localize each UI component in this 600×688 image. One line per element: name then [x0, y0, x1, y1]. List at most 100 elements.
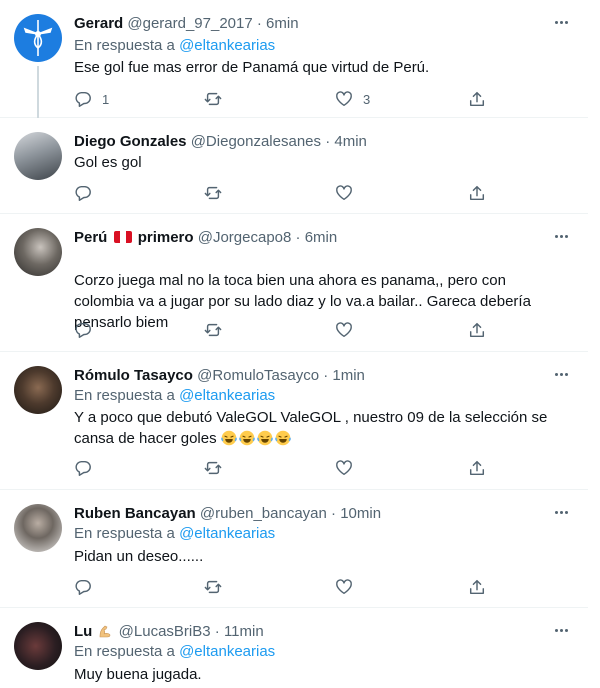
tweet-header: Rómulo Tasayco @RomuloTasayco · 1min: [74, 366, 365, 386]
tweet-actions: [74, 577, 494, 597]
avatar[interactable]: [14, 622, 62, 670]
retweet-button[interactable]: [204, 89, 232, 109]
user-handle[interactable]: @Jorgecapo8: [198, 229, 292, 246]
display-name[interactable]: Rómulo Tasayco: [74, 367, 193, 384]
mention-link[interactable]: @eltankearias: [179, 525, 275, 542]
display-name[interactable]: Gerard: [74, 15, 123, 32]
display-name[interactable]: Ruben Bancayan: [74, 505, 196, 522]
reply-icon: [75, 460, 91, 476]
avatar[interactable]: [14, 228, 62, 276]
display-name[interactable]: Diego Gonzales: [74, 133, 187, 150]
like-button[interactable]: [335, 320, 363, 340]
reply-button[interactable]: [74, 458, 102, 478]
display-name-part[interactable]: Perú: [74, 229, 107, 246]
more-options-icon[interactable]: [550, 620, 572, 640]
retweet-button[interactable]: [204, 458, 232, 478]
mention-link[interactable]: @eltankearias: [179, 643, 275, 660]
separator-dot: ·: [325, 133, 331, 150]
tweet[interactable]: Diego Gonzales @Diegonzalesanes · 4min G…: [0, 118, 588, 214]
share-icon: [469, 185, 485, 201]
user-handle[interactable]: @RomuloTasayco: [197, 367, 319, 384]
tweet-text: Muy buena jugada.: [74, 666, 202, 683]
tweet[interactable]: Rómulo Tasayco @RomuloTasayco · 1min En …: [0, 352, 588, 490]
separator-dot: ·: [214, 623, 220, 640]
retweet-icon: [204, 580, 222, 594]
retweet-icon: [204, 186, 222, 200]
tweet-actions: 1 3: [74, 89, 494, 109]
reply-button[interactable]: [74, 577, 102, 597]
tweet-timestamp[interactable]: 1min: [332, 367, 365, 384]
reply-context: En respuesta a @eltankearias: [74, 642, 275, 662]
avatar[interactable]: [14, 132, 62, 180]
retweet-icon: [204, 461, 222, 475]
reply-icon: [75, 579, 91, 595]
share-button[interactable]: [468, 458, 486, 478]
tweet-timestamp[interactable]: 6min: [266, 15, 299, 32]
like-button[interactable]: 3: [335, 89, 370, 109]
tweet-header: Perú primero @Jorgecapo8 · 6min: [74, 228, 337, 248]
reply-context: En respuesta a @eltankearias: [74, 524, 275, 544]
heart-icon: [336, 185, 352, 201]
reply-button[interactable]: [74, 320, 102, 340]
tweet-timestamp[interactable]: 4min: [334, 133, 367, 150]
tweet[interactable]: Gerard @gerard_97_2017 · 6min En respues…: [0, 0, 588, 118]
display-name[interactable]: Lu: [74, 623, 92, 640]
more-options-icon[interactable]: [550, 502, 572, 522]
avatar[interactable]: [14, 366, 62, 414]
laughing-tears-emoji-icon: [256, 430, 273, 446]
laughing-tears-emoji-icon: [220, 430, 237, 446]
tweet-header: Diego Gonzales @Diegonzalesanes · 4min: [74, 132, 367, 152]
retweet-button[interactable]: [204, 320, 232, 340]
avatar[interactable]: [14, 504, 62, 552]
reply-icon: [75, 185, 91, 201]
share-icon: [469, 460, 485, 476]
separator-dot: ·: [331, 505, 337, 522]
tweet-timestamp[interactable]: 10min: [340, 505, 381, 522]
share-button[interactable]: [468, 89, 486, 109]
like-button[interactable]: [335, 183, 363, 203]
heart-icon: [336, 322, 352, 338]
mention-link[interactable]: @eltankearias: [179, 37, 275, 54]
more-options-icon[interactable]: [550, 364, 572, 384]
mention-link[interactable]: @eltankearias: [179, 387, 275, 404]
retweet-button[interactable]: [204, 183, 232, 203]
separator-dot: ·: [323, 367, 329, 384]
reply-label: En respuesta a: [74, 643, 175, 660]
tweet-text: Pidan un deseo......: [74, 548, 204, 565]
reply-button[interactable]: 1: [74, 89, 109, 109]
share-button[interactable]: [468, 183, 486, 203]
more-options-icon[interactable]: [550, 226, 572, 246]
like-button[interactable]: [335, 458, 363, 478]
thread-line: [37, 66, 39, 118]
reply-label: En respuesta a: [74, 525, 175, 542]
tweet-text: Ese gol fue mas error de Panamá que virt…: [74, 59, 430, 76]
share-button[interactable]: [468, 577, 486, 597]
tweet-timestamp[interactable]: 6min: [305, 229, 338, 246]
tweet[interactable]: Ruben Bancayan @ruben_bancayan · 10min E…: [0, 490, 588, 608]
tweet-actions: [74, 458, 494, 478]
tweet[interactable]: Lu @LucasBriB3 · 11min En respuesta a @e…: [0, 608, 588, 688]
user-handle[interactable]: @ruben_bancayan: [200, 505, 327, 522]
retweet-icon: [204, 92, 222, 106]
user-handle[interactable]: @gerard_97_2017: [127, 15, 252, 32]
user-handle[interactable]: @Diegonzalesanes: [191, 133, 321, 150]
like-button[interactable]: [335, 577, 363, 597]
tweet-text-body: Y a poco que debutó ValeGOL ValeGOL , nu…: [74, 409, 548, 447]
reply-icon: [75, 322, 91, 338]
emoji-group: [220, 430, 293, 447]
reply-button[interactable]: [74, 183, 102, 203]
tweet[interactable]: Perú primero @Jorgecapo8 · 6min Corzo ju…: [0, 214, 588, 352]
share-button[interactable]: [468, 320, 486, 340]
separator-dot: ·: [256, 15, 262, 32]
reply-context: En respuesta a @eltankearias: [74, 386, 275, 406]
user-handle[interactable]: @LucasBriB3: [119, 623, 211, 640]
heart-icon: [336, 91, 352, 107]
display-name-part[interactable]: primero: [138, 229, 194, 246]
tweet-timestamp[interactable]: 11min: [224, 623, 264, 640]
avatar[interactable]: [14, 14, 62, 62]
tweet-actions: [74, 320, 494, 340]
retweet-button[interactable]: [204, 577, 232, 597]
peru-flag-icon: [113, 231, 132, 243]
more-options-icon[interactable]: [550, 12, 572, 32]
reply-icon: [75, 91, 91, 107]
